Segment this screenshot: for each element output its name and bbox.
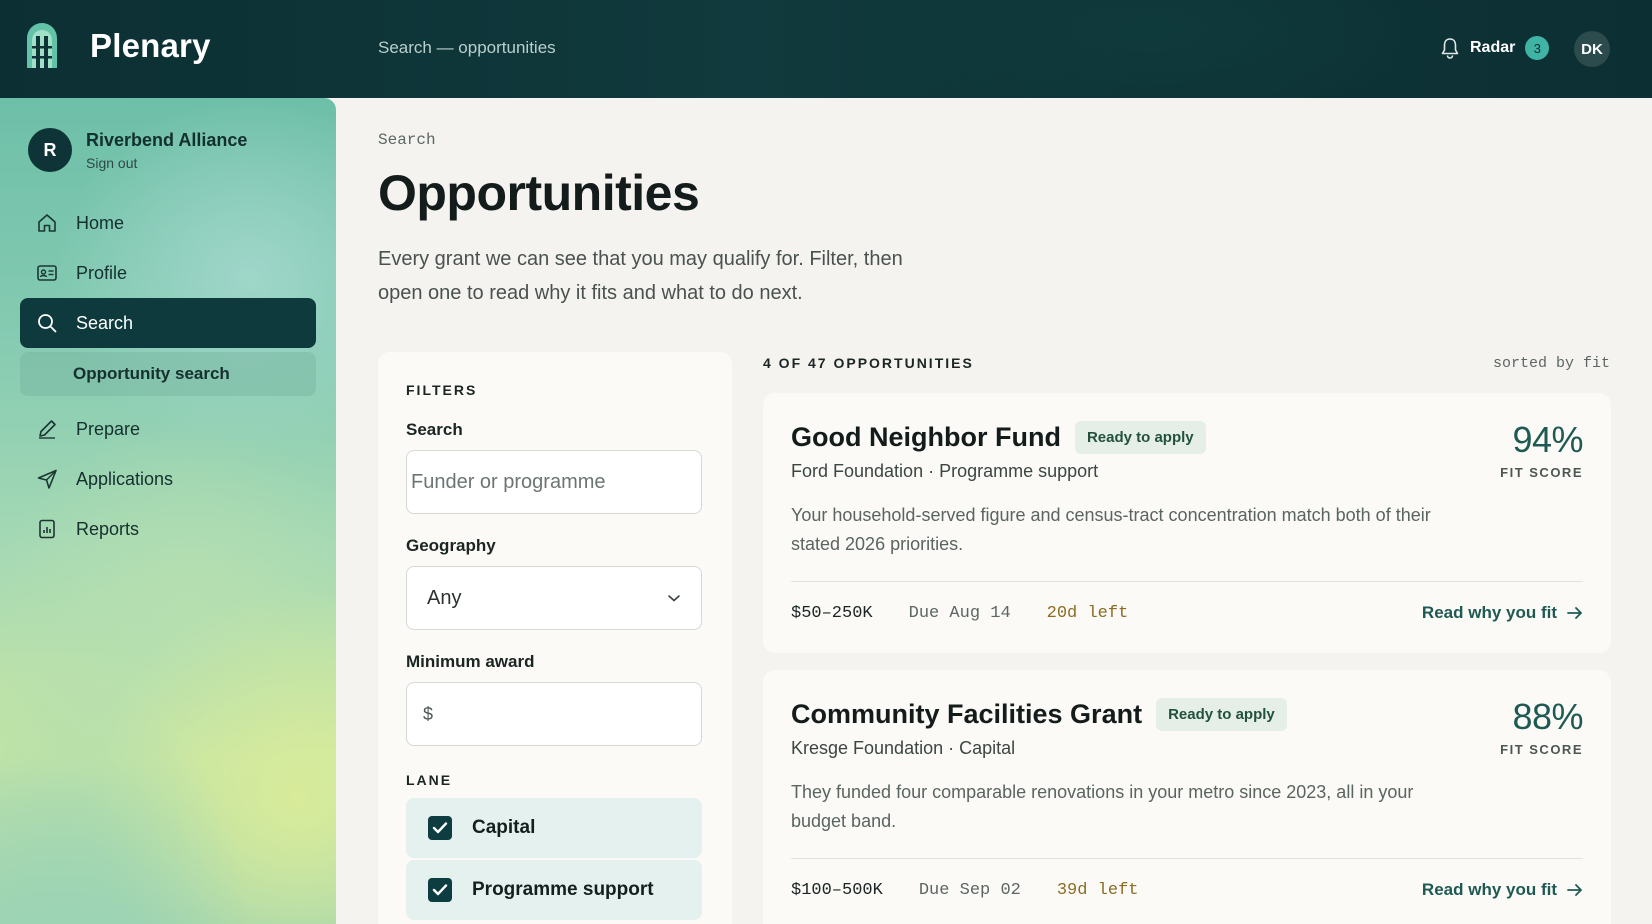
app-name: Plenary bbox=[90, 27, 211, 64]
days-left: 20d left bbox=[1046, 603, 1129, 623]
due-date: Due Aug 14 bbox=[908, 603, 1011, 623]
fit-score-value: 88% bbox=[1512, 696, 1583, 737]
geography-label: Geography bbox=[406, 536, 496, 555]
send-icon bbox=[37, 469, 57, 489]
opportunity-funder: Ford Foundation · Programme support bbox=[791, 461, 1099, 481]
days-left: 39d left bbox=[1056, 880, 1139, 900]
fit-score-label: FIT SCORE bbox=[1500, 465, 1583, 480]
read-why-you-fit-link[interactable]: Read why you fit bbox=[1422, 880, 1583, 900]
search-icon bbox=[38, 314, 57, 333]
sidebar-item-label: Home bbox=[76, 212, 125, 233]
sidebar-nav: Home Profile Search Opportunity search P… bbox=[20, 198, 316, 554]
top-breadcrumb: Search — opportunities bbox=[378, 38, 556, 57]
id-card-icon bbox=[37, 265, 57, 281]
lane-option-capital[interactable]: Capital bbox=[406, 798, 702, 858]
org-name: Riverbend Alliance bbox=[86, 129, 248, 150]
top-bar: Plenary Search — opportunities Radar 3 D… bbox=[0, 0, 1652, 98]
sort-label[interactable]: sorted by fit bbox=[1493, 355, 1610, 372]
due-date: Due Sep 02 bbox=[918, 880, 1021, 900]
report-icon bbox=[39, 519, 55, 539]
opportunity-description: They funded four comparable renovations … bbox=[791, 782, 1414, 831]
sidebar-subitem-label: Opportunity search bbox=[73, 364, 230, 383]
divider bbox=[791, 581, 1583, 582]
opportunity-card[interactable]: Community Facilities Grant Ready to appl… bbox=[763, 670, 1611, 924]
sidebar-item-label: Reports bbox=[76, 518, 140, 539]
chevron-down-icon bbox=[668, 595, 680, 602]
org-switcher: R Riverbend Alliance Sign out bbox=[28, 128, 247, 172]
sidebar-item-label: Prepare bbox=[76, 418, 141, 439]
results-count: 4 OF 47 OPPORTUNITIES bbox=[763, 355, 974, 371]
radar-button[interactable]: Radar 3 bbox=[1440, 36, 1550, 60]
search-filter-label: Search bbox=[406, 420, 463, 439]
pencil-icon bbox=[39, 420, 56, 439]
sidebar-item-label: Applications bbox=[76, 468, 174, 489]
min-award-label: Minimum award bbox=[406, 652, 535, 671]
sidebar: R Riverbend Alliance Sign out Home Profi… bbox=[0, 98, 336, 924]
brand[interactable]: Plenary bbox=[24, 22, 211, 70]
opportunity-card[interactable]: Good Neighbor Fund Ready to apply Ford F… bbox=[763, 393, 1611, 653]
bell-icon bbox=[1441, 38, 1459, 59]
sidebar-item-prepare[interactable]: Prepare bbox=[20, 404, 316, 454]
fit-score: 88% FIT SCORE bbox=[1500, 696, 1583, 757]
sidebar-item-label: Profile bbox=[76, 262, 128, 283]
geography-value: Any bbox=[427, 586, 462, 609]
geography-select[interactable]: Any bbox=[406, 566, 702, 630]
search-field bbox=[406, 450, 702, 514]
currency-prefix: $ bbox=[423, 703, 434, 724]
opportunity-description: Your household-served figure and census-… bbox=[791, 505, 1431, 554]
status-badge: Ready to apply bbox=[1074, 421, 1206, 454]
sidebar-item-applications[interactable]: Applications bbox=[20, 454, 316, 504]
filters-title: FILTERS bbox=[406, 382, 478, 398]
check-icon bbox=[432, 822, 448, 834]
fit-score: 94% FIT SCORE bbox=[1500, 419, 1583, 480]
fit-score-label: FIT SCORE bbox=[1500, 742, 1583, 757]
lane-option-label: Capital bbox=[472, 817, 536, 838]
link-label: Read why you fit bbox=[1421, 603, 1557, 622]
opportunity-title[interactable]: Community Facilities Grant bbox=[791, 699, 1142, 730]
home-icon bbox=[38, 214, 56, 232]
sidebar-item-home[interactable]: Home bbox=[20, 198, 316, 248]
divider bbox=[791, 858, 1583, 859]
arrow-right-icon bbox=[1567, 607, 1582, 619]
read-why-you-fit-link[interactable]: Read why you fit bbox=[1422, 603, 1583, 623]
sidebar-item-reports[interactable]: Reports bbox=[20, 504, 316, 554]
search-input[interactable] bbox=[407, 451, 701, 513]
sidebar-item-label: Search bbox=[76, 312, 134, 333]
min-award-input[interactable]: $ bbox=[406, 682, 702, 746]
user-avatar[interactable]: DK bbox=[1574, 31, 1610, 67]
sidebar-item-profile[interactable]: Profile bbox=[20, 248, 316, 298]
radar-count-badge: 3 bbox=[1525, 36, 1550, 60]
sidebar-item-search[interactable]: Search bbox=[20, 298, 316, 348]
page-title: Opportunities bbox=[378, 165, 700, 221]
check-icon bbox=[432, 884, 448, 896]
filters-panel: FILTERS Search Geography Any Minimum awa… bbox=[378, 352, 732, 924]
lane-title: LANE bbox=[406, 772, 453, 788]
sign-out-link[interactable]: Sign out bbox=[86, 155, 247, 171]
link-label: Read why you fit bbox=[1421, 880, 1557, 899]
plenary-logo-icon bbox=[27, 23, 57, 68]
capital-checkbox[interactable] bbox=[428, 816, 452, 840]
page-breadcrumb: Search bbox=[378, 131, 436, 149]
programme-support-checkbox[interactable] bbox=[428, 878, 452, 902]
sidebar-subitem-opportunity-search[interactable]: Opportunity search bbox=[20, 352, 316, 396]
radar-label: Radar bbox=[1470, 39, 1516, 56]
opportunity-funder: Kresge Foundation · Capital bbox=[791, 738, 1016, 758]
award-range: $100–500K bbox=[791, 880, 883, 900]
lane-option-label: Programme support bbox=[472, 879, 654, 900]
fit-score-value: 94% bbox=[1512, 419, 1583, 460]
status-badge: Ready to apply bbox=[1156, 698, 1287, 731]
org-avatar: R bbox=[28, 128, 72, 172]
lane-option-programme-support[interactable]: Programme support bbox=[406, 860, 702, 920]
opportunity-title[interactable]: Good Neighbor Fund bbox=[791, 422, 1061, 453]
arrow-right-icon bbox=[1567, 884, 1582, 896]
award-range: $50–250K bbox=[791, 603, 873, 623]
page-subtitle: Every grant we can see that you may qual… bbox=[378, 248, 903, 304]
